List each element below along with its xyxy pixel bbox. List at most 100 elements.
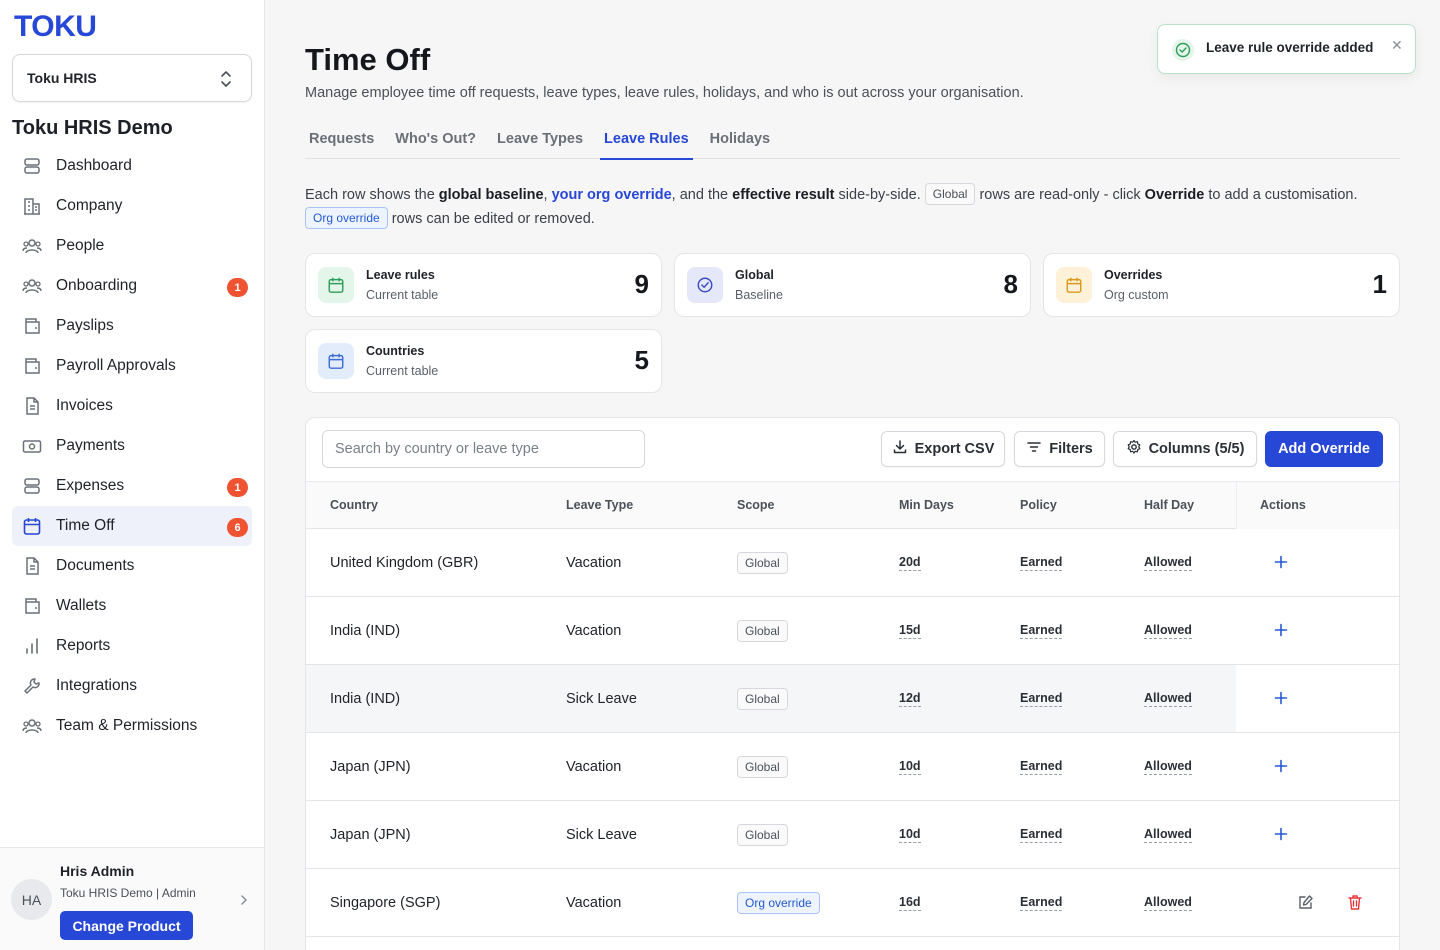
add-override-plus-icon[interactable]: [1271, 620, 1291, 640]
sidebar-item-label: Invoices: [56, 397, 113, 414]
info-text-part: ,: [543, 187, 552, 203]
banknote-icon: [22, 436, 42, 456]
user-menu[interactable]: HA Hris Admin Toku HRIS Demo | Admin Cha…: [0, 847, 264, 950]
filter-lines-icon: [1026, 439, 1042, 459]
org-override-link[interactable]: your org override: [552, 187, 672, 203]
info-bold-effective-result: effective result: [732, 187, 835, 203]
cell-leave-type: Sick Leave: [566, 690, 637, 707]
stat-subtitle: Org custom: [1104, 288, 1169, 302]
chevron-up-down-icon: [219, 68, 233, 93]
user-name: Hris Admin: [60, 863, 135, 879]
calendar-icon: [318, 343, 354, 379]
sidebar-item-label: Payments: [56, 437, 125, 454]
product-select-value: Toku HRIS: [27, 70, 97, 86]
sidebar-item-label: Payroll Approvals: [56, 357, 176, 374]
check-circle-icon: [687, 267, 723, 303]
filters-button[interactable]: Filters: [1014, 431, 1105, 467]
col-header-min-days[interactable]: Min Days: [899, 498, 954, 512]
count-badge: 6: [227, 518, 248, 537]
sidebar-item-label: Company: [56, 197, 123, 214]
sidebar-item-label: Onboarding: [56, 277, 138, 294]
sidebar-item-onboarding[interactable]: Onboarding 1: [12, 266, 252, 306]
tab-requests[interactable]: Requests: [305, 118, 378, 159]
sidebar-item-team-permissions[interactable]: Team & Permissions: [12, 706, 252, 746]
sidebar-item-payslips[interactable]: Payslips: [12, 306, 252, 346]
table-row[interactable]: United Kingdom (GBR) Vacation Global 20d…: [306, 529, 1399, 597]
table-row[interactable]: India (IND) Vacation Global 15d Earned A…: [306, 597, 1399, 665]
tab-leave-types[interactable]: Leave Types: [493, 118, 587, 159]
add-override-button[interactable]: Add Override: [1265, 431, 1383, 467]
sidebar-item-label: Wallets: [56, 597, 107, 614]
scope-badge: Global: [737, 823, 788, 846]
stat-title: Global: [735, 268, 774, 282]
tab-leave-rules[interactable]: Leave Rules: [600, 118, 693, 160]
product-select[interactable]: Toku HRIS: [12, 54, 252, 102]
sidebar-item-company[interactable]: Company: [12, 186, 252, 226]
sidebar-item-wallets[interactable]: Wallets: [12, 586, 252, 626]
edit-icon[interactable]: [1297, 894, 1314, 916]
sidebar-item-documents[interactable]: Documents: [12, 546, 252, 586]
wrench-icon: [22, 676, 42, 696]
col-header-half-day[interactable]: Half Day: [1144, 498, 1194, 512]
sidebar-item-integrations[interactable]: Integrations: [12, 666, 252, 706]
change-product-button[interactable]: Change Product: [60, 911, 193, 940]
users-icon: [22, 716, 42, 736]
filters-label: Filters: [1049, 441, 1093, 457]
sidebar-item-label: Documents: [56, 557, 135, 574]
close-icon[interactable]: ✕: [1391, 37, 1403, 54]
info-text-part: rows can be edited or removed.: [387, 211, 595, 227]
export-csv-button[interactable]: Export CSV: [881, 431, 1005, 467]
col-header-policy[interactable]: Policy: [1020, 498, 1057, 512]
add-override-plus-icon[interactable]: [1271, 824, 1291, 844]
count-badge: 1: [227, 478, 248, 497]
col-header-leave-type[interactable]: Leave Type: [566, 498, 633, 512]
sidebar-item-people[interactable]: People: [12, 226, 252, 266]
col-header-scope[interactable]: Scope: [737, 498, 775, 512]
info-text-part: to add a customisation.: [1204, 187, 1358, 203]
sidebar-item-payments[interactable]: Payments: [12, 426, 252, 466]
columns-label: Columns (5/5): [1148, 441, 1245, 457]
table-row[interactable]: Japan (JPN) Vacation Global 10d Earned A…: [306, 733, 1399, 801]
info-bold-override: Override: [1144, 187, 1205, 203]
cell-min-days: 16d: [899, 894, 921, 911]
add-override-plus-icon[interactable]: [1271, 688, 1291, 708]
info-text-part: , and the: [671, 187, 733, 203]
table-row[interactable]: Singapore (SGP) Vacation Org override 16…: [306, 869, 1399, 937]
toast-message: Leave rule override added: [1206, 40, 1374, 55]
cell-country: India (IND): [330, 690, 401, 707]
trash-icon[interactable]: [1347, 894, 1363, 916]
main-content: Time Off Manage employee time off reques…: [265, 0, 1440, 950]
user-org: Toku HRIS Demo | Admin: [60, 886, 196, 900]
stat-subtitle: Baseline: [735, 288, 783, 302]
chevron-right-icon[interactable]: [238, 893, 250, 911]
sidebar-item-invoices[interactable]: Invoices: [12, 386, 252, 426]
table-row[interactable]: India (IND) Sick Leave Global 12d Earned…: [306, 665, 1399, 733]
stat-value: 5: [634, 345, 649, 375]
search-input[interactable]: [322, 430, 645, 468]
add-override-plus-icon[interactable]: [1271, 756, 1291, 776]
add-override-plus-icon[interactable]: [1271, 552, 1291, 572]
cell-leave-type: Vacation: [566, 622, 622, 639]
stat-value: 8: [1003, 269, 1018, 299]
table-header: Country Leave Type Scope Min Days Policy…: [306, 481, 1399, 529]
sidebar-item-dashboard[interactable]: Dashboard: [12, 146, 252, 186]
calendar-icon: [318, 267, 354, 303]
page-subtitle: Manage employee time off requests, leave…: [305, 85, 1024, 101]
cell-min-days: 15d: [899, 622, 921, 639]
database-icon: [22, 476, 42, 496]
sidebar-item-reports[interactable]: Reports: [12, 626, 252, 666]
cell-min-days: 10d: [899, 758, 921, 775]
col-header-country[interactable]: Country: [330, 498, 378, 512]
tab-holidays[interactable]: Holidays: [706, 118, 774, 159]
sidebar-item-payroll-approvals[interactable]: Payroll Approvals: [12, 346, 252, 386]
toku-logo[interactable]: TOKU: [14, 10, 97, 44]
info-text-part: Each row shows the: [305, 187, 439, 203]
table-row[interactable]: Japan (JPN) Sick Leave Global 10d Earned…: [306, 801, 1399, 869]
columns-button[interactable]: Columns (5/5): [1113, 431, 1257, 467]
tab-whos-out[interactable]: Who's Out?: [391, 118, 480, 159]
sidebar-item-time-off[interactable]: Time Off 6: [12, 506, 252, 546]
sidebar-item-expenses[interactable]: Expenses 1: [12, 466, 252, 506]
cell-country: United Kingdom (GBR): [330, 554, 479, 571]
cell-leave-type: Vacation: [566, 894, 622, 911]
sidebar: TOKU Toku HRIS Toku HRIS Demo Dashboard …: [0, 0, 265, 950]
